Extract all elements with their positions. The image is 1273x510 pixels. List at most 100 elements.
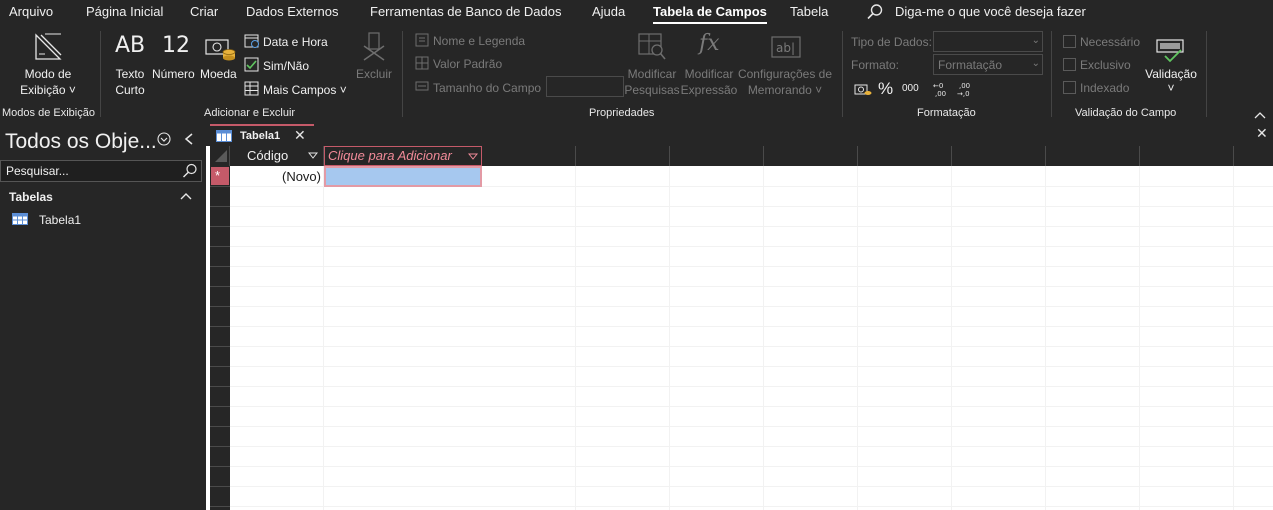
- selected-add-field-cell[interactable]: [324, 166, 482, 187]
- indexado-box[interactable]: [1063, 81, 1076, 94]
- tab-pagina-inicial[interactable]: Página Inicial: [86, 4, 163, 19]
- group-label-add-delete: Adicionar e Excluir: [204, 107, 296, 119]
- column-divider: [1045, 146, 1046, 166]
- column-divider: [669, 146, 670, 166]
- filter-dropdown-icon[interactable]: [308, 152, 318, 160]
- grid-row-line: [230, 446, 1273, 447]
- new-record-selector[interactable]: *: [211, 167, 229, 185]
- chevron-down-icon[interactable]: [468, 153, 478, 161]
- select-all-corner-icon[interactable]: [212, 149, 228, 163]
- column-divider: [857, 146, 858, 166]
- tab-ajuda[interactable]: Ajuda: [592, 4, 625, 19]
- tab-tabela[interactable]: Tabela: [790, 4, 828, 19]
- document-tab-strip: Tabela1 ✕ ✕: [206, 122, 1273, 146]
- nav-title[interactable]: Todos os Obje...: [5, 130, 157, 154]
- nome-legenda-label: Nome e Legenda: [433, 34, 526, 48]
- svg-text:←0: ←0: [933, 82, 943, 90]
- formato-label: Formato:: [851, 58, 900, 72]
- row-divider: [210, 346, 230, 347]
- field-size-input[interactable]: [546, 76, 624, 97]
- grid-column-line: [575, 166, 576, 510]
- row-divider: [210, 246, 230, 247]
- row-divider: [210, 426, 230, 427]
- table-icon: [216, 130, 232, 142]
- modificar-expressao-label-1: Modificar: [684, 67, 734, 81]
- decrease-decimals-icon[interactable]: ,00 →,0: [956, 80, 976, 98]
- close-document-icon[interactable]: ✕: [1256, 125, 1268, 142]
- collapse-nav-icon[interactable]: [183, 132, 195, 146]
- search-icon: [183, 163, 197, 178]
- tab-dados-externos[interactable]: Dados Externos: [246, 4, 339, 19]
- row-divider: [210, 326, 230, 327]
- texto-curto-label-2: Curto: [115, 83, 145, 97]
- grid-row-line: [230, 246, 1273, 247]
- config-memorando-label-1: Configurações de: [737, 67, 833, 81]
- modificar-pesquisas-label-2: Pesquisas: [624, 83, 680, 97]
- data-type-select[interactable]: ⌄: [933, 31, 1043, 52]
- necessario-box[interactable]: [1063, 35, 1076, 48]
- texto-curto-icon: AB: [115, 33, 146, 58]
- indexado-label: Indexado: [1080, 81, 1130, 95]
- row-divider: [210, 406, 230, 407]
- texto-curto-label-1: Texto: [115, 67, 145, 81]
- row-divider: [210, 486, 230, 487]
- group-label-properties: Propriedades: [589, 107, 655, 119]
- row-selector-column: *: [210, 166, 230, 510]
- grid-row-line: [230, 266, 1273, 267]
- ribbon-separator: [1051, 31, 1052, 117]
- tab-ferramentas-banco-dados[interactable]: Ferramentas de Banco de Dados: [370, 4, 562, 19]
- tell-me-search[interactable]: Diga-me o que você deseja fazer: [895, 4, 1086, 19]
- name-caption-icon: [415, 33, 429, 47]
- view-mode-label-2: Exibição ˅: [20, 83, 76, 97]
- numero-label: Número: [152, 67, 195, 81]
- close-tab-icon[interactable]: ✕: [294, 127, 306, 144]
- row-divider: [210, 266, 230, 267]
- column-divider: [763, 146, 764, 166]
- chevron-down-icon: ⌄: [1031, 58, 1040, 69]
- calendar-icon: [244, 34, 259, 48]
- data-hora-label: Data e Hora: [263, 35, 328, 49]
- tab-arquivo[interactable]: Arquivo: [9, 4, 53, 19]
- row-divider: [210, 206, 230, 207]
- column-header-label: Código: [247, 148, 289, 163]
- nav-item-tabela1[interactable]: Tabela1: [0, 210, 206, 230]
- thousands-separator-button[interactable]: 000: [902, 83, 919, 94]
- table-icon: [12, 213, 28, 225]
- view-mode-icon: [35, 33, 62, 60]
- nav-search-box[interactable]: Pesquisar...: [0, 160, 202, 182]
- grid-row-line: [230, 366, 1273, 367]
- percent-format-button[interactable]: %: [878, 79, 893, 99]
- row-divider: [210, 506, 230, 507]
- necessario-label: Necessário: [1080, 35, 1141, 49]
- validacao-label-1: Validação: [1145, 67, 1197, 81]
- currency-format-icon[interactable]: [854, 82, 872, 98]
- format-select[interactable]: Formatação ⌄: [933, 54, 1043, 75]
- increase-decimals-icon[interactable]: ←0 ,00: [932, 80, 952, 98]
- nav-section-tabelas[interactable]: Tabelas: [9, 190, 53, 204]
- chevron-up-icon[interactable]: [180, 192, 192, 200]
- exclusivo-box[interactable]: [1063, 58, 1076, 71]
- nav-menu-icon[interactable]: [157, 132, 171, 146]
- grid-row-line: [230, 346, 1273, 347]
- tab-tabela-de-campos[interactable]: Tabela de Campos: [653, 4, 767, 24]
- collapse-ribbon-icon[interactable]: [1254, 111, 1266, 119]
- checkbox-icon: [244, 57, 259, 72]
- document-tab-tabela1[interactable]: Tabela1 ✕: [210, 124, 314, 146]
- nav-search-input[interactable]: Pesquisar...: [6, 164, 69, 178]
- tab-criar[interactable]: Criar: [190, 4, 218, 19]
- document-tab-label: Tabela1: [240, 130, 281, 142]
- column-header-add-field[interactable]: Clique para Adicionar: [324, 146, 482, 166]
- ribbon-separator: [1206, 31, 1207, 117]
- grid-column-line: [951, 166, 952, 510]
- grid-column-line: [1139, 166, 1140, 510]
- mais-campos-label: Mais Campos ˅: [263, 83, 347, 97]
- modificar-pesquisas-label-1: Modificar: [627, 67, 677, 81]
- grid-column-line: [763, 166, 764, 510]
- grid-icon: [244, 81, 259, 96]
- column-header-codigo[interactable]: Código: [230, 146, 323, 166]
- validacao-label-2: ˅: [1167, 81, 1175, 95]
- column-divider: [951, 146, 952, 166]
- view-mode-label-1: Modo de: [24, 67, 72, 81]
- field-size-icon: [415, 81, 429, 91]
- new-record-codigo-cell[interactable]: (Novo): [230, 166, 323, 186]
